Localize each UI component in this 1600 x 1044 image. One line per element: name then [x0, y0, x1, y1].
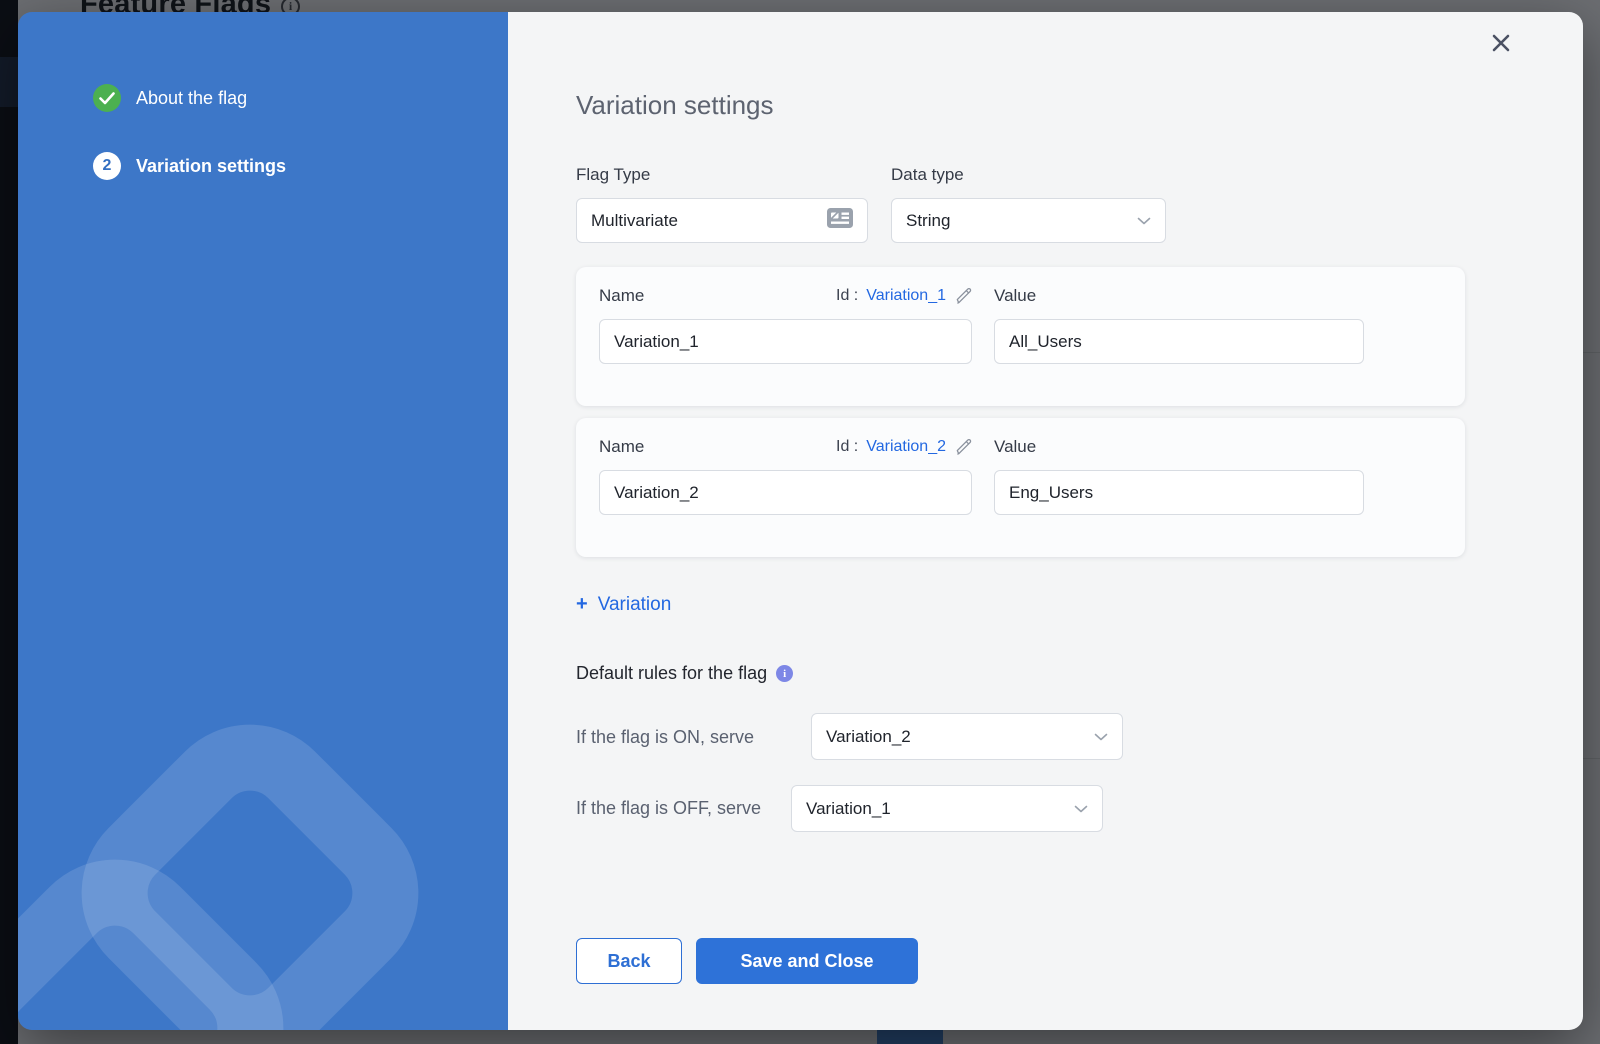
step-number-badge: 2: [93, 152, 121, 180]
variation-name-value: Variation_2: [614, 483, 957, 503]
variation-id: Id : Variation_2: [836, 438, 972, 456]
rule-row-on: If the flag is ON, serve Variation_2: [576, 713, 1466, 760]
back-button[interactable]: Back: [576, 938, 682, 984]
variation-name-input[interactable]: Variation_1: [599, 319, 972, 364]
variation-id-link[interactable]: Variation_2: [866, 438, 946, 456]
default-rules-title: Default rules for the flag i: [576, 663, 1466, 684]
variation-value-value: All_Users: [1009, 332, 1349, 352]
variation-value-value: Eng_Users: [1009, 483, 1349, 503]
variation-value-input[interactable]: All_Users: [994, 319, 1364, 364]
variation-id: Id : Variation_1: [836, 287, 972, 305]
name-label: Name: [599, 437, 644, 457]
value-label: Value: [994, 437, 1036, 457]
flag-off-select[interactable]: Variation_1: [791, 785, 1103, 832]
close-icon[interactable]: [1489, 31, 1513, 55]
chevron-down-icon: [1094, 733, 1108, 741]
type-fields-row: Flag Type Multivariate: [576, 165, 1466, 243]
pane-title: Variation settings: [576, 90, 1466, 121]
variation-value-input[interactable]: Eng_Users: [994, 470, 1364, 515]
edit-pencil-icon[interactable]: [954, 287, 972, 305]
step-about-the-flag[interactable]: About the flag: [93, 84, 508, 112]
flag-on-select[interactable]: Variation_2: [811, 713, 1123, 760]
multivariate-card-icon: [827, 208, 853, 233]
step-variation-settings[interactable]: 2 Variation settings: [93, 152, 508, 180]
step-label: Variation settings: [136, 156, 286, 177]
variation-name-input[interactable]: Variation_2: [599, 470, 972, 515]
flag-settings-modal: About the flag 2 Variation settings Vari…: [18, 12, 1583, 1030]
data-type-select[interactable]: String: [891, 198, 1166, 243]
rule-row-off: If the flag is OFF, serve Variation_1: [576, 785, 1466, 832]
data-type-label: Data type: [891, 165, 1166, 185]
id-prefix: Id :: [836, 287, 858, 305]
save-and-close-button[interactable]: Save and Close: [696, 938, 918, 984]
flag-type-label: Flag Type: [576, 165, 868, 185]
flag-type-input[interactable]: Multivariate: [576, 198, 868, 243]
edit-pencil-icon[interactable]: [954, 438, 972, 456]
flag-type-value: Multivariate: [591, 211, 827, 231]
variation-value-group: Value Eng_Users: [994, 437, 1364, 515]
flag-off-label: If the flag is OFF, serve: [576, 785, 791, 821]
add-variation-label: Variation: [598, 594, 672, 616]
plus-icon: +: [576, 593, 588, 616]
step-complete-check-icon: [93, 84, 121, 112]
flag-type-field-group: Flag Type Multivariate: [576, 165, 868, 243]
variation-id-link[interactable]: Variation_1: [866, 287, 946, 305]
value-label: Value: [994, 286, 1036, 306]
modal-footer: Back Save and Close: [576, 938, 1466, 984]
id-prefix: Id :: [836, 438, 858, 456]
flag-on-value: Variation_2: [826, 727, 1094, 747]
variation-card-2: Name Id : Variation_2: [576, 418, 1465, 557]
flag-off-value: Variation_1: [806, 799, 1074, 819]
variation-value-group: Value All_Users: [994, 286, 1364, 364]
variation-settings-pane: Variation settings Flag Type Multivariat…: [508, 12, 1583, 1030]
add-variation-button[interactable]: + Variation: [576, 593, 671, 616]
screen: Feature Flags i About the flag: [0, 0, 1600, 1044]
chevron-down-icon: [1137, 217, 1151, 225]
variation-name-group: Name Id : Variation_2: [599, 437, 972, 515]
flag-on-label: If the flag is ON, serve: [576, 724, 811, 750]
variation-card-1: Name Id : Variation_1: [576, 267, 1465, 406]
variation-name-group: Name Id : Variation_1: [599, 286, 972, 364]
default-rules-title-text: Default rules for the flag: [576, 663, 767, 684]
variation-name-value: Variation_1: [614, 332, 957, 352]
wizard-steps: About the flag 2 Variation settings: [18, 12, 508, 180]
chevron-down-icon: [1074, 805, 1088, 813]
data-type-value: String: [906, 211, 1137, 231]
step-label: About the flag: [136, 88, 247, 109]
name-label: Name: [599, 286, 644, 306]
data-type-field-group: Data type String: [891, 165, 1166, 243]
info-icon[interactable]: i: [776, 665, 793, 682]
wizard-steps-pane: About the flag 2 Variation settings: [18, 12, 508, 1030]
